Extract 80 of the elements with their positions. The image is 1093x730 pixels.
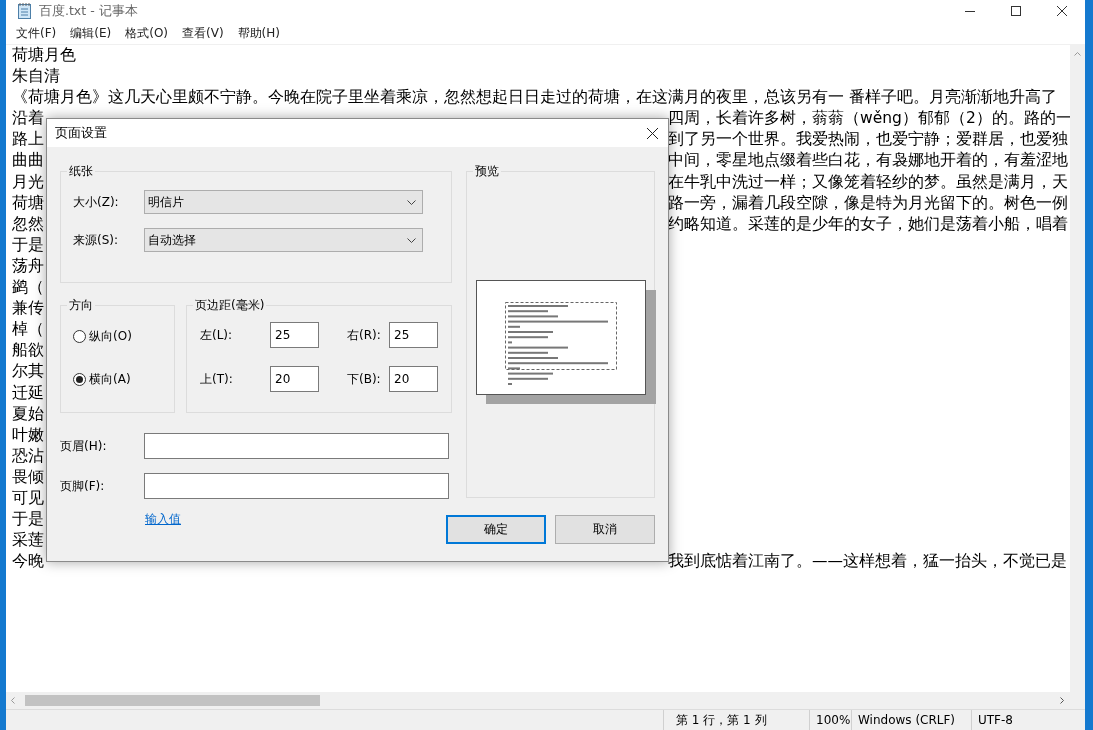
text-line: 船欲	[12, 340, 44, 362]
field-label: 右(R):	[347, 326, 382, 344]
menu-item[interactable]: 格式(O)	[120, 22, 174, 44]
text-line: 夏始	[12, 403, 44, 425]
text-line: 约略知道。采莲的是少年的女子，她们是荡着小船，唱着	[668, 213, 1068, 235]
input-field[interactable]: 25	[389, 322, 438, 348]
input-field[interactable]	[144, 473, 449, 499]
maximize-icon	[1011, 6, 1021, 16]
dropdown[interactable]: 明信片	[144, 190, 423, 214]
text-line: 叶嫩	[12, 424, 44, 446]
input-field[interactable]: 20	[389, 366, 438, 392]
text-line: 兼传	[12, 298, 44, 320]
scroll-left-icon	[11, 697, 15, 704]
field-label: 左(L):	[200, 326, 234, 344]
close-icon	[1057, 6, 1067, 16]
text-line: 在牛乳中洗过一样；又像笼着轻纱的梦。虽然是满月，天	[668, 171, 1068, 193]
text-line: 忽然	[12, 213, 44, 235]
text-line: 于是	[12, 234, 44, 256]
window-title: 百度.txt - 记事本	[39, 2, 138, 20]
group-label: 纸张	[68, 163, 94, 180]
minimize-icon	[965, 10, 975, 12]
text-line: 月光	[12, 171, 44, 193]
field-label: 页脚(F):	[60, 477, 106, 495]
text-line: 朱自清	[12, 67, 60, 86]
status-text: 100%	[816, 713, 851, 727]
text-line: 今晚	[12, 551, 44, 573]
input-field[interactable]: 20	[270, 366, 319, 392]
menu-item[interactable]: 帮助(H)	[232, 22, 285, 44]
text-line: 荡舟	[12, 255, 44, 277]
field-label: 上(T):	[200, 370, 234, 388]
scrollbar-thumb[interactable]	[25, 695, 320, 706]
text-line: 鹢（	[12, 277, 44, 299]
text-line: 路一旁，漏着几段空隙，像是特为月光留下的。树色一例	[668, 192, 1068, 214]
text-line: 迁延	[12, 382, 44, 404]
scroll-up-icon	[1074, 52, 1081, 56]
field-label: 来源(S):	[72, 231, 120, 249]
notepad-icon	[18, 3, 32, 19]
text-line: 尔其	[12, 361, 44, 383]
radio-option[interactable]: 横向(A)	[73, 371, 174, 388]
text-line: 畏倾	[12, 466, 44, 488]
status-text: UTF-8	[978, 713, 1013, 727]
text-line: 荷塘月色	[12, 46, 76, 64]
chevron-down-icon	[407, 237, 416, 243]
dialog-button[interactable]: 确定	[446, 515, 546, 544]
text-line: 《荷塘月色》这几天心里颇不宁静。今晚在院子里坐着乘凉，忽然想起日日走过的荷塘，在这满月的夜里，总该另有一 番样子吧。月亮渐渐地升高了	[12, 88, 1057, 107]
dialog-title: 页面设置	[55, 124, 107, 142]
text-line: 沿着	[12, 108, 44, 130]
group-label: 预览	[474, 163, 500, 180]
dialog-button[interactable]: 取消	[555, 515, 655, 544]
text-line: 棹（	[12, 319, 44, 341]
dropdown[interactable]: 自动选择	[144, 228, 423, 252]
group-label: 页边距(毫米)	[194, 297, 266, 314]
close-icon	[646, 127, 658, 139]
group-label: 方向	[68, 297, 94, 314]
text-line: 四周，长着许多树，蓊蓊（wěng）郁郁（2）的。路的一	[668, 108, 1070, 130]
status-text: 第 1 行，第 1 列	[676, 711, 767, 729]
field-label: 下(B):	[347, 370, 382, 388]
text-line: 荷塘	[12, 192, 44, 214]
text-line: 我到底惦着江南了。——这样想着，猛一抬头，不觉已是	[668, 551, 1067, 573]
scroll-right-icon	[1060, 697, 1064, 704]
text-line: 恐沾	[12, 445, 44, 467]
chevron-down-icon	[407, 199, 416, 205]
status-text: Windows (CRLF)	[858, 713, 956, 727]
input-values-link[interactable]: 输入值	[145, 511, 181, 528]
menu-item[interactable]: 文件(F)	[11, 22, 62, 44]
text-line: 中间，零星地点缀着些白花，有袅娜地开着的，有羞涩地	[668, 150, 1068, 172]
radio-option[interactable]: 纵向(O)	[73, 328, 174, 345]
text-line: 路上	[12, 129, 44, 151]
text-line: 采莲	[12, 530, 44, 552]
text-line: 于是	[12, 509, 44, 531]
field-label: 页眉(H):	[60, 437, 108, 455]
menu-item[interactable]: 编辑(E)	[65, 22, 117, 44]
input-field[interactable]	[144, 433, 449, 459]
field-label: 大小(Z):	[72, 193, 120, 211]
menu-item[interactable]: 查看(V)	[177, 22, 229, 44]
input-field[interactable]: 25	[270, 322, 319, 348]
text-line: 可见	[12, 487, 44, 509]
vertical-scrollbar[interactable]	[1070, 45, 1085, 692]
text-line: 曲曲	[12, 150, 44, 172]
text-line: 到了另一个世界。我爱热闹，也爱宁静；爱群居，也爱独	[668, 129, 1068, 151]
